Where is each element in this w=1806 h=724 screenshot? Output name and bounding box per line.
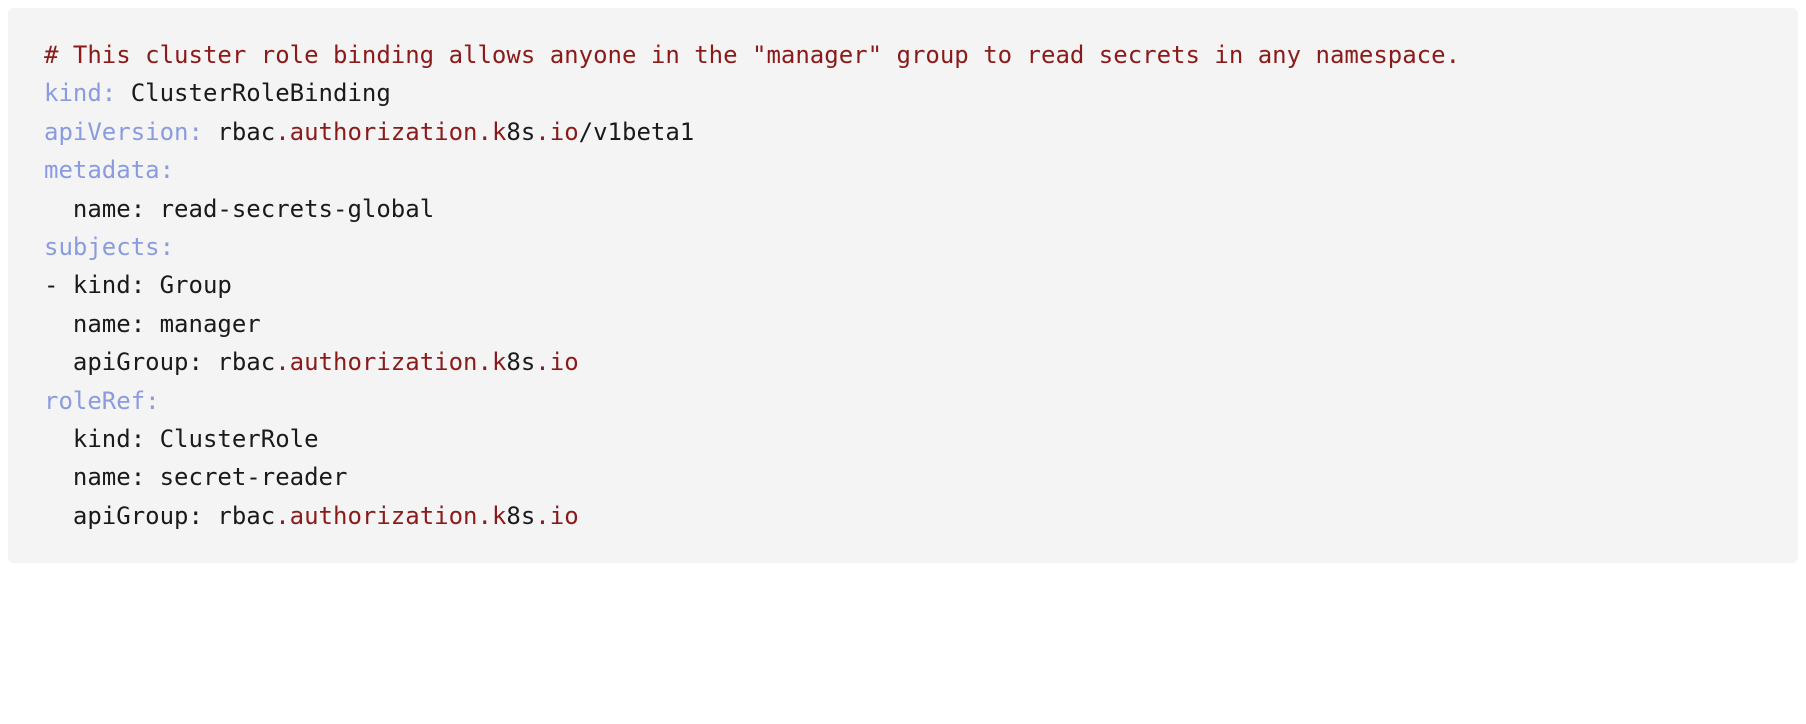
value-apigroup-io: .io: [535, 348, 578, 376]
yaml-code-block: # This cluster role binding allows anyon…: [8, 8, 1798, 563]
value-kind: ClusterRoleBinding: [131, 79, 391, 107]
key-sub-apigroup: apiGroup: [73, 348, 189, 376]
value-apigroup-mid: .authorization.k: [275, 348, 506, 376]
key-sub-name: name: [73, 310, 131, 338]
colon: :: [189, 502, 203, 530]
space: [145, 463, 159, 491]
key-metadata: metadata: [44, 156, 160, 184]
space: [116, 79, 130, 107]
space: [203, 502, 217, 530]
value-apiversion-slash: /v1beta1: [579, 118, 695, 146]
space: [203, 348, 217, 376]
colon: :: [145, 387, 159, 415]
key-roleref: roleRef: [44, 387, 145, 415]
value-apigroup2-io: .io: [535, 502, 578, 530]
colon: :: [131, 425, 145, 453]
key-rr-apigroup: apiGroup: [73, 502, 189, 530]
colon: :: [131, 463, 145, 491]
key-meta-name: name: [73, 195, 131, 223]
comment-line: # This cluster role binding allows anyon…: [44, 41, 1460, 69]
colon: :: [131, 195, 145, 223]
value-apiversion-mid: .authorization.k: [275, 118, 506, 146]
colon: :: [160, 233, 174, 261]
colon: :: [131, 310, 145, 338]
key-apiversion: apiVersion: [44, 118, 189, 146]
colon: :: [189, 118, 203, 146]
value-rr-kind: ClusterRole: [160, 425, 319, 453]
key-rr-kind: kind: [73, 425, 131, 453]
value-apigroup2-pre: rbac: [217, 502, 275, 530]
key-kind: kind: [44, 79, 102, 107]
value-apiversion-pre: rbac: [217, 118, 275, 146]
value-apigroup2-post: 8s: [506, 502, 535, 530]
key-rr-name: name: [73, 463, 131, 491]
value-meta-name: read-secrets-global: [160, 195, 435, 223]
value-sub-kind: Group: [160, 271, 232, 299]
value-sub-name: manager: [160, 310, 261, 338]
key-subjects: subjects: [44, 233, 160, 261]
space: [145, 310, 159, 338]
value-apiversion-io: .io: [535, 118, 578, 146]
value-apigroup2-mid: .authorization.k: [275, 502, 506, 530]
value-apigroup-post: 8s: [506, 348, 535, 376]
space: [203, 118, 217, 146]
colon: :: [102, 79, 116, 107]
colon: :: [131, 271, 145, 299]
value-rr-name: secret-reader: [160, 463, 348, 491]
value-apigroup-pre: rbac: [217, 348, 275, 376]
key-sub-kind: kind: [73, 271, 131, 299]
value-apiversion-post: 8s: [506, 118, 535, 146]
colon: :: [160, 156, 174, 184]
dash: -: [44, 271, 58, 299]
space: [145, 195, 159, 223]
space: [145, 271, 159, 299]
space: [145, 425, 159, 453]
colon: :: [189, 348, 203, 376]
